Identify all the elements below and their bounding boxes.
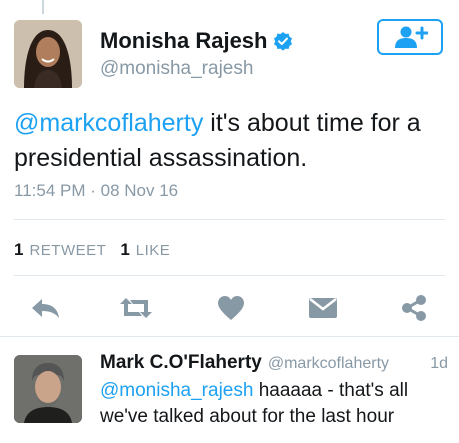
reply-text: @monisha_rajesh haaaaa - that's all we'v… xyxy=(100,378,450,430)
share-icon xyxy=(402,295,426,321)
tweet-text: @markcoflaherty it's about time for a pr… xyxy=(14,106,444,176)
author-display-name[interactable]: Monisha Rajesh xyxy=(100,28,267,54)
reply-timestamp: 1d xyxy=(430,355,448,372)
divider xyxy=(14,275,445,276)
share-button[interactable] xyxy=(396,294,432,322)
reply-header: Mark C.O'Flaherty @markcoflaherty 1d xyxy=(100,352,448,374)
author-name-row: Monisha Rajesh xyxy=(100,28,293,54)
follow-button[interactable] xyxy=(377,19,443,55)
like-count[interactable]: 1 xyxy=(120,240,129,260)
reply-author-avatar-image xyxy=(14,355,82,423)
tweet-timestamp: 11:54 PM · 08 Nov 16 xyxy=(14,181,179,200)
reply-mention-link[interactable]: @monisha_rajesh xyxy=(100,380,253,401)
thread-connector-line xyxy=(42,0,44,14)
like-label[interactable]: LIKE xyxy=(136,242,171,259)
like-button[interactable] xyxy=(213,294,249,322)
reply-author-name[interactable]: Mark C.O'Flaherty xyxy=(100,352,262,374)
reply-icon xyxy=(32,299,59,318)
direct-message-button[interactable] xyxy=(305,294,341,322)
envelope-icon xyxy=(309,298,337,318)
divider xyxy=(0,336,459,337)
reply-author-handle[interactable]: @markcoflaherty xyxy=(268,355,389,373)
retweet-icon xyxy=(120,298,152,318)
add-user-icon xyxy=(395,26,428,48)
author-avatar-image xyxy=(14,20,82,88)
tweet-action-bar xyxy=(0,288,459,328)
retweet-label[interactable]: RETWEET xyxy=(29,242,106,259)
reply-author-avatar[interactable] xyxy=(14,355,82,423)
divider xyxy=(14,219,445,220)
verified-badge-icon xyxy=(274,32,293,51)
author-avatar[interactable] xyxy=(14,20,82,88)
tweet-stats: 1 RETWEET 1 LIKE xyxy=(14,240,184,260)
retweet-count[interactable]: 1 xyxy=(14,240,23,260)
reply-button[interactable] xyxy=(28,294,64,322)
heart-icon xyxy=(218,296,244,320)
retweet-button[interactable] xyxy=(118,294,154,322)
author-handle[interactable]: @monisha_rajesh xyxy=(100,58,253,80)
tweet-mention-link[interactable]: @markcoflaherty xyxy=(14,109,203,137)
